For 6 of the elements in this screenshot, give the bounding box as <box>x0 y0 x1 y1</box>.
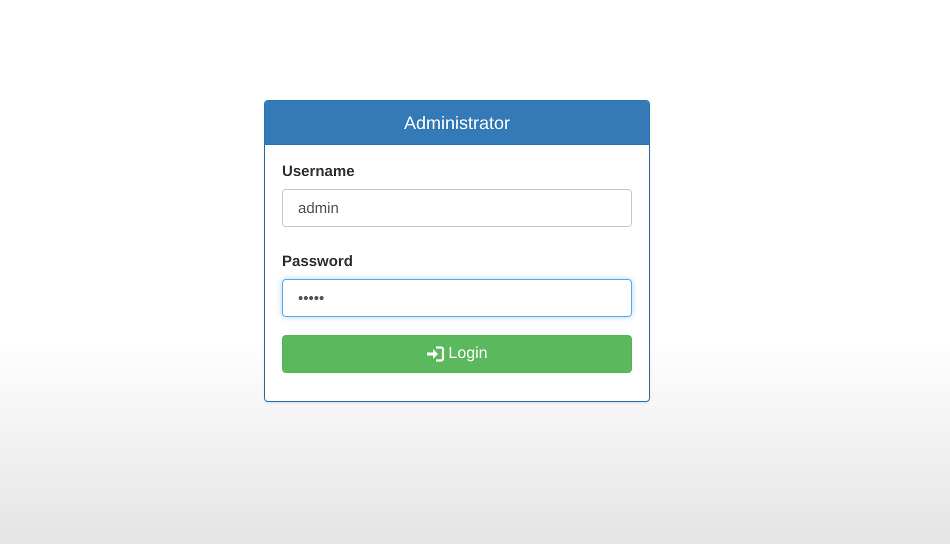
field-label: Password <box>282 253 353 271</box>
field-label: Username <box>282 163 355 181</box>
sign-in-icon <box>426 346 446 362</box>
panel-title: Administrator <box>404 112 510 134</box>
input-field[interactable]: ••••• <box>282 279 632 317</box>
input-field[interactable]: admin <box>282 189 632 227</box>
